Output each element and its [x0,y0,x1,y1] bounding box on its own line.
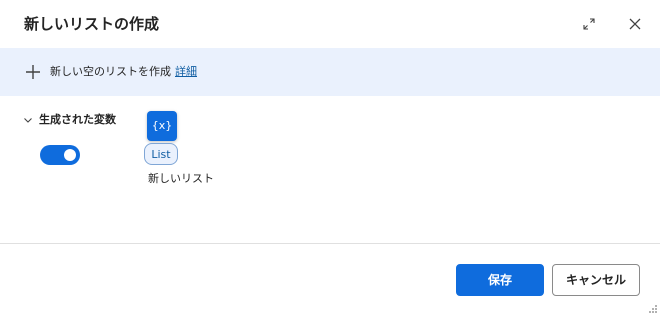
variable-icon: {x} [147,111,177,141]
create-list-dialog: 新しいリストの作成 新しい空のリストを作成 詳細 生成された変数 {x} List… [0,0,660,316]
cancel-button[interactable]: キャンセル [552,264,640,296]
footer-divider [0,243,660,244]
generated-variables-label: 生成された変数 [39,113,116,126]
save-button[interactable]: 保存 [456,264,544,296]
expand-button[interactable] [577,12,601,36]
chevron-down-icon [24,118,32,123]
details-link[interactable]: 詳細 [175,65,197,78]
dialog-title: 新しいリストの作成 [24,15,160,33]
switch-knob [64,149,76,161]
info-banner: 新しい空のリストを作成 詳細 [0,48,660,96]
generated-variables-toggle[interactable]: 生成された変数 [22,112,116,128]
variable-type-badge: List [144,143,178,165]
plus-icon [26,65,40,79]
banner-text-row: 新しい空のリストを作成 詳細 [50,64,197,80]
resize-grip-icon[interactable] [646,302,658,314]
expand-icon [583,18,595,30]
close-button[interactable] [623,12,647,36]
close-icon [629,18,641,30]
banner-description: 新しい空のリストを作成 [50,65,171,78]
variable-enable-switch[interactable] [40,145,80,165]
variable-name[interactable]: 新しいリスト [148,171,214,187]
